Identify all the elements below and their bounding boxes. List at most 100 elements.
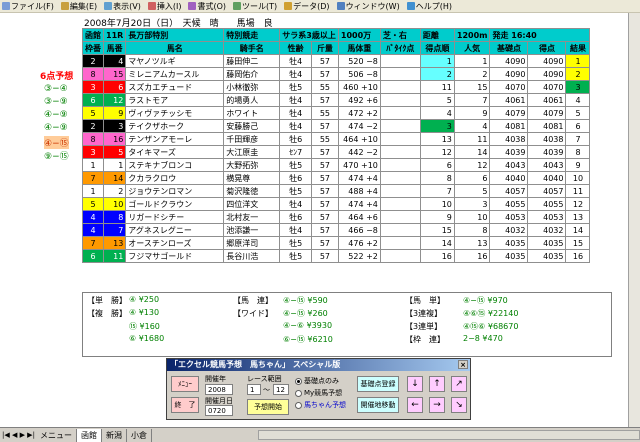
batai-score-cell[interactable] — [379, 119, 421, 133]
sheet-tab[interactable]: メニュー — [36, 428, 77, 442]
kinryo-cell[interactable]: 57 — [311, 119, 339, 133]
popularity-cell[interactable]: 2 — [453, 67, 491, 81]
radio-my-yoso[interactable]: My競馬予想 — [295, 388, 342, 398]
kinryo-cell[interactable]: 57 — [311, 210, 339, 224]
jockey-cell[interactable]: 千田輝彦 — [223, 132, 281, 146]
result-cell[interactable]: 7 — [565, 132, 591, 146]
kinryo-cell[interactable]: 57 — [311, 184, 339, 198]
weight-cell[interactable]: 470 +10 — [337, 158, 381, 172]
column-header[interactable]: 得点 — [527, 41, 567, 55]
batai-score-cell[interactable] — [379, 80, 421, 94]
batai-score-cell[interactable] — [379, 223, 421, 237]
weight-cell[interactable]: 474 −2 — [337, 119, 381, 133]
popularity-cell[interactable]: 9 — [453, 106, 491, 120]
vertical-scrollbar[interactable] — [628, 13, 640, 427]
race-header-cell[interactable]: 函館 — [82, 28, 104, 42]
result-cell[interactable]: 3 — [565, 80, 591, 94]
sex-age-cell[interactable]: 牡4 — [279, 67, 313, 81]
sex-age-cell[interactable]: 牡6 — [279, 171, 313, 185]
start-prediction-button[interactable]: 予想開始 — [247, 399, 289, 415]
race-header-cell[interactable]: 長万部特別 — [125, 28, 225, 42]
result-cell[interactable]: 11 — [565, 184, 591, 198]
umaban-cell[interactable]: 7 — [102, 223, 127, 237]
menu-item[interactable]: 表示(V) — [104, 1, 141, 12]
popularity-cell[interactable]: 11 — [453, 132, 491, 146]
jockey-cell[interactable]: 横晃尊 — [223, 171, 281, 185]
race-header-cell[interactable]: 距離 — [419, 28, 455, 42]
umaban-cell[interactable]: 13 — [102, 236, 127, 250]
umaban-cell[interactable]: 6 — [102, 80, 127, 94]
race-header-cell[interactable]: 1200m — [453, 28, 491, 42]
waku-cell[interactable]: 4 — [82, 223, 104, 237]
waku-cell[interactable]: 4 — [82, 210, 104, 224]
score-cell[interactable]: 4035 — [527, 236, 567, 250]
waku-cell[interactable]: 3 — [82, 145, 104, 159]
jockey-cell[interactable]: ホワイト — [223, 106, 281, 120]
result-cell[interactable]: 6 — [565, 119, 591, 133]
horizontal-scrollbar[interactable] — [258, 430, 640, 440]
popularity-cell[interactable]: 13 — [453, 236, 491, 250]
batai-score-cell[interactable] — [379, 184, 421, 198]
batai-score-cell[interactable] — [379, 210, 421, 224]
register-kiso-button[interactable]: 基礎点登録 — [357, 376, 399, 392]
kinryo-cell[interactable]: 57 — [311, 197, 339, 211]
score-cell[interactable]: 4055 — [527, 197, 567, 211]
result-cell[interactable]: 5 — [565, 106, 591, 120]
waku-cell[interactable]: 5 — [82, 197, 104, 211]
base-score-cell[interactable]: 4079 — [489, 106, 529, 120]
column-header[interactable]: 馬体重 — [337, 41, 381, 55]
kinryo-cell[interactable]: 57 — [311, 223, 339, 237]
weight-cell[interactable]: 506 −8 — [337, 67, 381, 81]
result-cell[interactable]: 12 — [565, 197, 591, 211]
base-score-cell[interactable]: 4090 — [489, 67, 529, 81]
column-header[interactable]: 人気 — [453, 41, 491, 55]
kinryo-cell[interactable]: 57 — [311, 145, 339, 159]
menu-item[interactable]: 挿入(I) — [147, 1, 181, 12]
base-score-cell[interactable]: 4040 — [489, 171, 529, 185]
weight-cell[interactable]: 442 −2 — [337, 145, 381, 159]
popularity-cell[interactable]: 3 — [453, 197, 491, 211]
umaban-cell[interactable]: 16 — [102, 132, 127, 146]
kinryo-cell[interactable]: 57 — [311, 93, 339, 107]
horse-name-cell[interactable]: テイクザホーク — [125, 119, 225, 133]
umaban-cell[interactable]: 12 — [102, 93, 127, 107]
horse-name-cell[interactable]: リガードシチー — [125, 210, 225, 224]
umaban-cell[interactable]: 14 — [102, 171, 127, 185]
column-header[interactable]: 斤量 — [311, 41, 339, 55]
score-rank-cell[interactable]: 3 — [419, 119, 455, 133]
radio-uma-chan[interactable]: 馬ちゃん予想 — [295, 400, 346, 410]
sheet-tab[interactable]: 小倉 — [127, 428, 152, 442]
horse-name-cell[interactable]: テンザンアモーレ — [125, 132, 225, 146]
score-rank-cell[interactable]: 6 — [419, 158, 455, 172]
base-score-cell[interactable]: 4061 — [489, 93, 529, 107]
score-rank-cell[interactable]: 2 — [419, 67, 455, 81]
umaban-cell[interactable]: 4 — [102, 54, 127, 68]
base-score-cell[interactable]: 4043 — [489, 158, 529, 172]
jockey-cell[interactable]: 安藤勝己 — [223, 119, 281, 133]
result-cell[interactable]: 1 — [565, 54, 591, 68]
arrow-down-icon[interactable]: ↓ — [407, 376, 423, 392]
race-header-cell[interactable]: 1000万 — [337, 28, 381, 42]
menu-button[interactable]: ﾒﾆｭｰ — [171, 376, 199, 392]
kinryo-cell[interactable]: 57 — [311, 236, 339, 250]
kinryo-cell[interactable]: 55 — [311, 106, 339, 120]
popularity-cell[interactable]: 4 — [453, 119, 491, 133]
base-score-cell[interactable]: 4035 — [489, 236, 529, 250]
batai-score-cell[interactable] — [379, 67, 421, 81]
umaban-cell[interactable]: 15 — [102, 67, 127, 81]
base-score-cell[interactable]: 4070 — [489, 80, 529, 94]
score-rank-cell[interactable]: 4 — [419, 106, 455, 120]
arrow-right-icon[interactable]: → — [429, 397, 445, 413]
kinryo-cell[interactable]: 55 — [311, 132, 339, 146]
batai-score-cell[interactable] — [379, 145, 421, 159]
arrow-up-icon[interactable]: ↑ — [429, 376, 445, 392]
sex-age-cell[interactable]: 牡4 — [279, 223, 313, 237]
waku-cell[interactable]: 1 — [82, 184, 104, 198]
batai-score-cell[interactable] — [379, 132, 421, 146]
race-header-cell[interactable]: 特別競走 — [223, 28, 281, 42]
umaban-cell[interactable]: 8 — [102, 210, 127, 224]
weight-cell[interactable]: 466 −8 — [337, 223, 381, 237]
jockey-cell[interactable]: 藤岡佑介 — [223, 67, 281, 81]
tab-nav-arrows[interactable]: |◀ ◀ ▶ ▶| — [0, 431, 36, 439]
jockey-cell[interactable]: 長谷川浩 — [223, 249, 281, 263]
